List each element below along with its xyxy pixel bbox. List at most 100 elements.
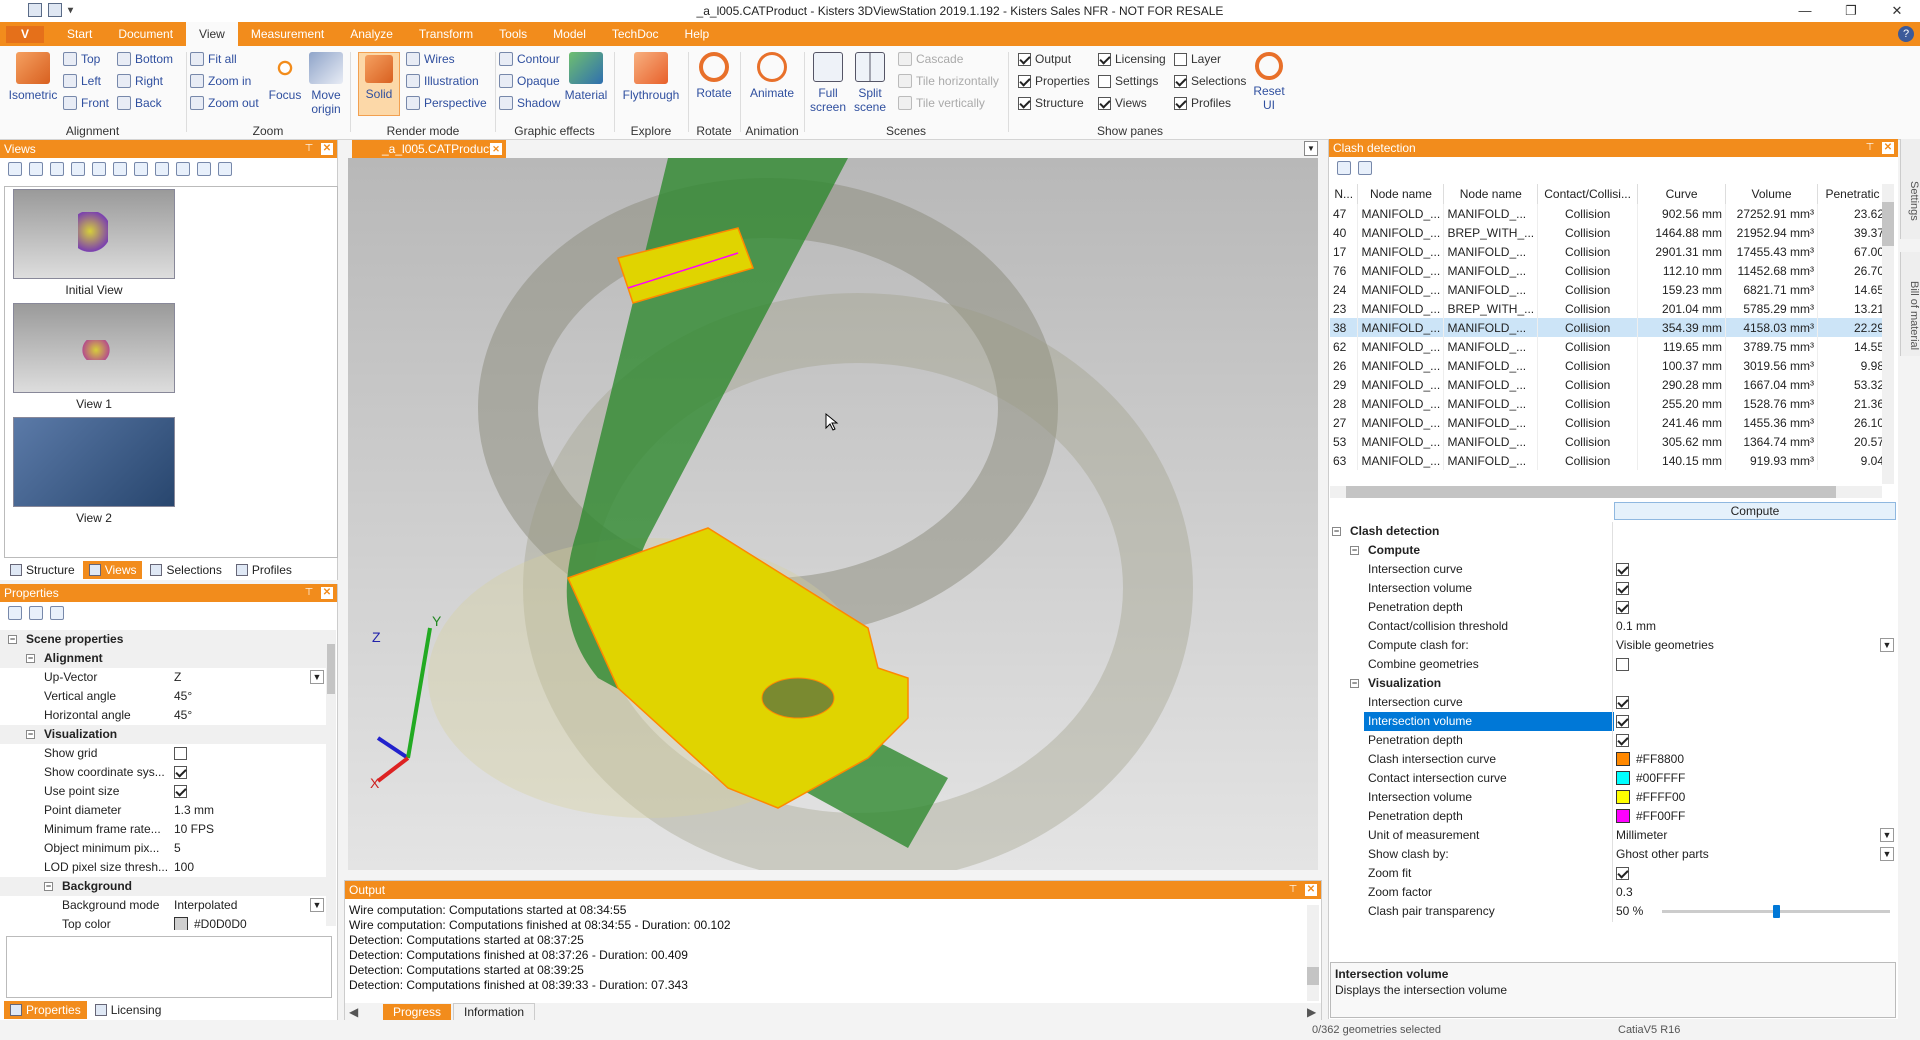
- bg-mode-row[interactable]: Background mode Interpolated ▼: [0, 896, 326, 915]
- penetration-depth-color-value[interactable]: #FF00FF: [1636, 809, 1685, 823]
- min-frame-rate-row[interactable]: Minimum frame rate... 10 FPS: [0, 820, 326, 839]
- view-thumbnail-initial[interactable]: [13, 189, 175, 279]
- menu-techdoc[interactable]: TechDoc: [599, 22, 672, 46]
- focus-button[interactable]: Focus: [266, 52, 304, 102]
- slider-thumb[interactable]: [1773, 905, 1780, 918]
- pin-icon[interactable]: ⊤: [1287, 884, 1299, 896]
- column-header[interactable]: Penetratic: [1817, 184, 1888, 204]
- transparency-row[interactable]: Clash pair transparency 50 %: [1328, 902, 1898, 921]
- contact-curve-color-value[interactable]: #00FFFF: [1636, 771, 1685, 785]
- lod-pixel-row[interactable]: LOD pixel size thresh... 100: [0, 858, 326, 877]
- reset-ui-button[interactable]: Reset UI: [1250, 52, 1288, 112]
- horizontal-angle-row[interactable]: Horizontal angle 45°: [0, 706, 326, 725]
- show-coordinate-checkbox[interactable]: [174, 766, 187, 779]
- intersection-volume-color-value[interactable]: #FFFF00: [1636, 790, 1685, 804]
- menu-document[interactable]: Document: [105, 22, 186, 46]
- color-swatch[interactable]: [1616, 771, 1630, 785]
- obj-min-pix-value[interactable]: 5: [174, 839, 181, 858]
- table-row[interactable]: 23 MANIFOLD_... BREP_WITH_... Collision 201.…: [1330, 299, 1888, 318]
- filter-icon[interactable]: [50, 606, 64, 620]
- menu-tools[interactable]: Tools: [486, 22, 540, 46]
- table-row[interactable]: 28 MANIFOLD_... MANIFOLD_... Collision 255.2…: [1330, 394, 1888, 413]
- close-icon[interactable]: ✕: [321, 143, 333, 155]
- column-header[interactable]: Node name: [1443, 184, 1539, 204]
- collapse-icon[interactable]: −: [44, 882, 53, 891]
- penetration-depth-checkbox[interactable]: [1616, 601, 1629, 614]
- help-icon[interactable]: ?: [1898, 26, 1914, 42]
- chevron-down-icon[interactable]: ▼: [1880, 847, 1894, 861]
- top-button[interactable]: Top: [63, 52, 100, 66]
- illustration-button[interactable]: Illustration: [406, 74, 479, 88]
- document-tab[interactable]: _a_l005.CATProduct ✕: [352, 140, 506, 158]
- show-properties-checkbox[interactable]: Properties: [1018, 74, 1090, 88]
- tab-progress[interactable]: Progress: [383, 1004, 452, 1020]
- column-header[interactable]: Node name: [1357, 184, 1445, 204]
- zoom-out-button[interactable]: Zoom out: [190, 96, 259, 110]
- penetration-depth-row[interactable]: Penetration depth: [1328, 598, 1898, 617]
- pin-icon[interactable]: ⊤: [1864, 142, 1876, 154]
- column-header[interactable]: Curve: [1637, 184, 1727, 204]
- full-screen-button[interactable]: Full screen: [808, 52, 848, 114]
- import-view-icon[interactable]: [176, 162, 190, 176]
- menu-help[interactable]: Help: [672, 22, 723, 46]
- intersection-curve-row[interactable]: Intersection curve: [1328, 560, 1898, 579]
- perspective-button[interactable]: Perspective: [406, 96, 487, 110]
- flythrough-button[interactable]: Flythrough: [620, 52, 682, 102]
- show-grid-checkbox[interactable]: [174, 747, 187, 760]
- collapse-icon[interactable]: −: [1350, 546, 1359, 555]
- table-row[interactable]: 38 MANIFOLD_... MANIFOLD_... Collision 354.3…: [1330, 318, 1888, 337]
- up-vector-row[interactable]: Up-Vector Z ▼: [0, 668, 326, 687]
- collapse-icon[interactable]: −: [26, 730, 35, 739]
- vis-penetration-depth-checkbox[interactable]: [1616, 734, 1629, 747]
- show-selections-checkbox[interactable]: Selections: [1174, 74, 1246, 88]
- intersection-volume-checkbox[interactable]: [1616, 582, 1629, 595]
- min-frame-rate-value[interactable]: 10 FPS: [174, 820, 214, 839]
- split-scene-button[interactable]: Split scene: [850, 52, 890, 114]
- threshold-row[interactable]: Contact/collision threshold 0.1 mm: [1328, 617, 1898, 636]
- fit-all-button[interactable]: Fit all: [190, 52, 237, 66]
- vis-intersection-curve-row[interactable]: Intersection curve: [1328, 693, 1898, 712]
- view-thumbnail-1[interactable]: [13, 303, 175, 393]
- collapse-icon[interactable]: −: [8, 635, 17, 644]
- up-vector-value[interactable]: Z: [174, 668, 181, 687]
- chevron-down-icon[interactable]: ▼: [310, 670, 324, 684]
- front-button[interactable]: Front: [63, 96, 109, 110]
- stop-icon[interactable]: [113, 162, 127, 176]
- table-row[interactable]: 53 MANIFOLD_... MANIFOLD_... Collision 305.6…: [1330, 432, 1888, 451]
- horizontal-angle-value[interactable]: 45°: [174, 706, 192, 725]
- visualization-group-row[interactable]: − Visualization: [1328, 674, 1898, 693]
- menu-model[interactable]: Model: [540, 22, 599, 46]
- previous-view-icon[interactable]: [92, 162, 106, 176]
- compute-clash-for-value[interactable]: Visible geometries: [1616, 636, 1714, 655]
- bottom-button[interactable]: Bottom: [117, 52, 173, 66]
- table-row[interactable]: 17 MANIFOLD_... MANIFOLD_... Collision 2901.…: [1330, 242, 1888, 261]
- show-structure-checkbox[interactable]: Structure: [1018, 96, 1084, 110]
- column-header[interactable]: Contact/Collisi...: [1537, 184, 1639, 204]
- properties-scrollbar[interactable]: [326, 630, 336, 926]
- tab-selections[interactable]: Selections: [144, 561, 227, 579]
- obj-min-pix-row[interactable]: Object minimum pix... 5: [0, 839, 326, 858]
- zoom-fit-row[interactable]: Zoom fit: [1328, 864, 1898, 883]
- show-clash-by-value[interactable]: Ghost other parts: [1616, 845, 1709, 864]
- view-thumbnail-2[interactable]: [13, 417, 175, 507]
- chevron-down-icon[interactable]: ▼: [1880, 638, 1894, 652]
- scroll-right-icon[interactable]: ▶: [1307, 1005, 1321, 1019]
- show-clash-by-row[interactable]: Show clash by: Ghost other parts ▼: [1328, 845, 1898, 864]
- transparency-slider[interactable]: [1662, 905, 1890, 918]
- compute-clash-for-row[interactable]: Compute clash for: Visible geometries ▼: [1328, 636, 1898, 655]
- bg-mode-value[interactable]: Interpolated: [174, 896, 237, 915]
- zoom-factor-value[interactable]: 0.3: [1616, 883, 1633, 902]
- show-coordinate-row[interactable]: Show coordinate sys...: [0, 763, 326, 782]
- compute-button[interactable]: Compute: [1614, 502, 1896, 520]
- move-origin-button[interactable]: Move origin: [306, 52, 346, 116]
- vis-penetration-depth-row[interactable]: Penetration depth: [1328, 731, 1898, 750]
- table-row[interactable]: 47 MANIFOLD_... MANIFOLD_... Collision 902.5…: [1330, 204, 1888, 223]
- intersection-volume-color-row[interactable]: Intersection volume #FFFF00: [1328, 788, 1898, 807]
- camera-view-icon[interactable]: [155, 162, 169, 176]
- background-row[interactable]: − Background: [0, 877, 326, 896]
- use-point-size-checkbox[interactable]: [174, 785, 187, 798]
- clash-curve-color-row[interactable]: Clash intersection curve #FF8800: [1328, 750, 1898, 769]
- compute-group-row[interactable]: − Compute: [1328, 541, 1898, 560]
- close-icon[interactable]: ✕: [1305, 884, 1317, 896]
- scroll-left-icon[interactable]: ◀: [349, 1005, 363, 1019]
